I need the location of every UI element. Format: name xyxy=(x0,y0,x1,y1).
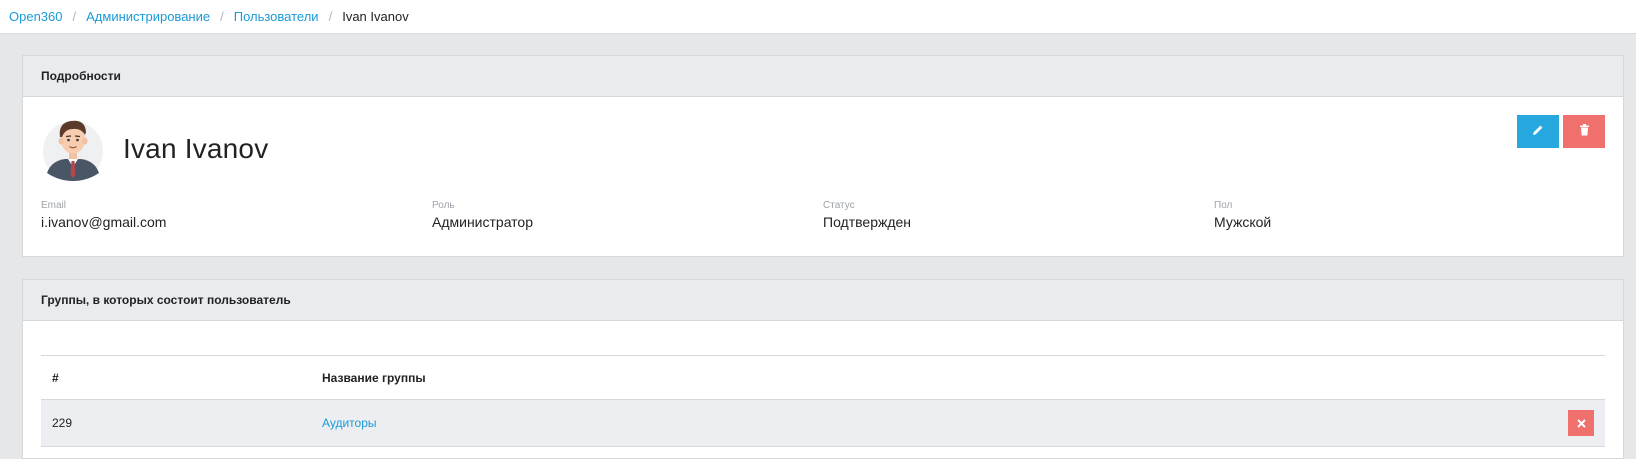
pencil-icon xyxy=(1532,124,1544,139)
edit-user-button[interactable] xyxy=(1517,115,1559,148)
user-fields: Email i.ivanov@gmail.com Роль Администра… xyxy=(41,200,1605,230)
breadcrumb-current: Ivan Ivanov xyxy=(342,9,409,24)
field-gender: Пол Мужской xyxy=(1214,200,1605,230)
column-header-actions xyxy=(1222,355,1605,400)
groups-table: # Название группы 229 Аудиторы xyxy=(41,355,1605,447)
field-email: Email i.ivanov@gmail.com xyxy=(41,200,432,230)
breadcrumb-open360[interactable]: Open360 xyxy=(9,9,63,24)
field-value: Администратор xyxy=(432,214,534,230)
column-header-group-name: Название группы xyxy=(311,355,1223,400)
row-actions xyxy=(1222,399,1605,447)
field-label: Роль xyxy=(432,200,455,211)
details-card: Подробности Ivan Ivanov Email i.ivanov@g… xyxy=(22,55,1624,257)
field-status: Статус Подтвержден xyxy=(823,200,1214,230)
table-header-row: # Название группы xyxy=(41,355,1605,400)
groups-table-wrap: # Название группы 229 Аудиторы xyxy=(41,355,1605,447)
trash-icon xyxy=(1579,124,1590,139)
remove-group-button[interactable] xyxy=(1568,410,1594,436)
field-label: Пол xyxy=(1214,200,1233,211)
user-profile: Ivan Ivanov Email i.ivanov@gmail.com Рол… xyxy=(23,97,1623,256)
groups-card-header: Группы, в которых состоит пользователь xyxy=(23,280,1623,321)
breadcrumb-separator: / xyxy=(328,9,333,24)
column-header-id: # xyxy=(41,355,311,400)
field-role: Роль Администратор xyxy=(432,200,823,230)
breadcrumb-administration[interactable]: Администрирование xyxy=(86,9,210,24)
groups-card: Группы, в которых состоит пользователь #… xyxy=(22,279,1624,459)
group-name-link[interactable]: Аудиторы xyxy=(311,399,1223,447)
breadcrumb-users[interactable]: Пользователи xyxy=(234,9,319,24)
breadcrumb-separator: / xyxy=(220,9,224,24)
avatar xyxy=(41,115,105,181)
group-id: 229 xyxy=(41,399,311,447)
user-name: Ivan Ivanov xyxy=(123,133,269,164)
field-value: Мужской xyxy=(1214,214,1272,230)
user-actions xyxy=(1517,115,1605,148)
close-icon xyxy=(1576,416,1586,431)
field-label: Email xyxy=(41,200,67,211)
table-row: 229 Аудиторы xyxy=(41,399,1605,447)
breadcrumb: Open360 / Администрирование / Пользовате… xyxy=(0,0,1636,34)
field-value: Подтвержден xyxy=(823,214,912,230)
delete-user-button[interactable] xyxy=(1563,115,1605,148)
field-label: Статус xyxy=(823,200,855,211)
breadcrumb-separator: / xyxy=(72,9,77,24)
details-card-header: Подробности xyxy=(23,56,1623,97)
field-value: i.ivanov@gmail.com xyxy=(41,214,167,230)
